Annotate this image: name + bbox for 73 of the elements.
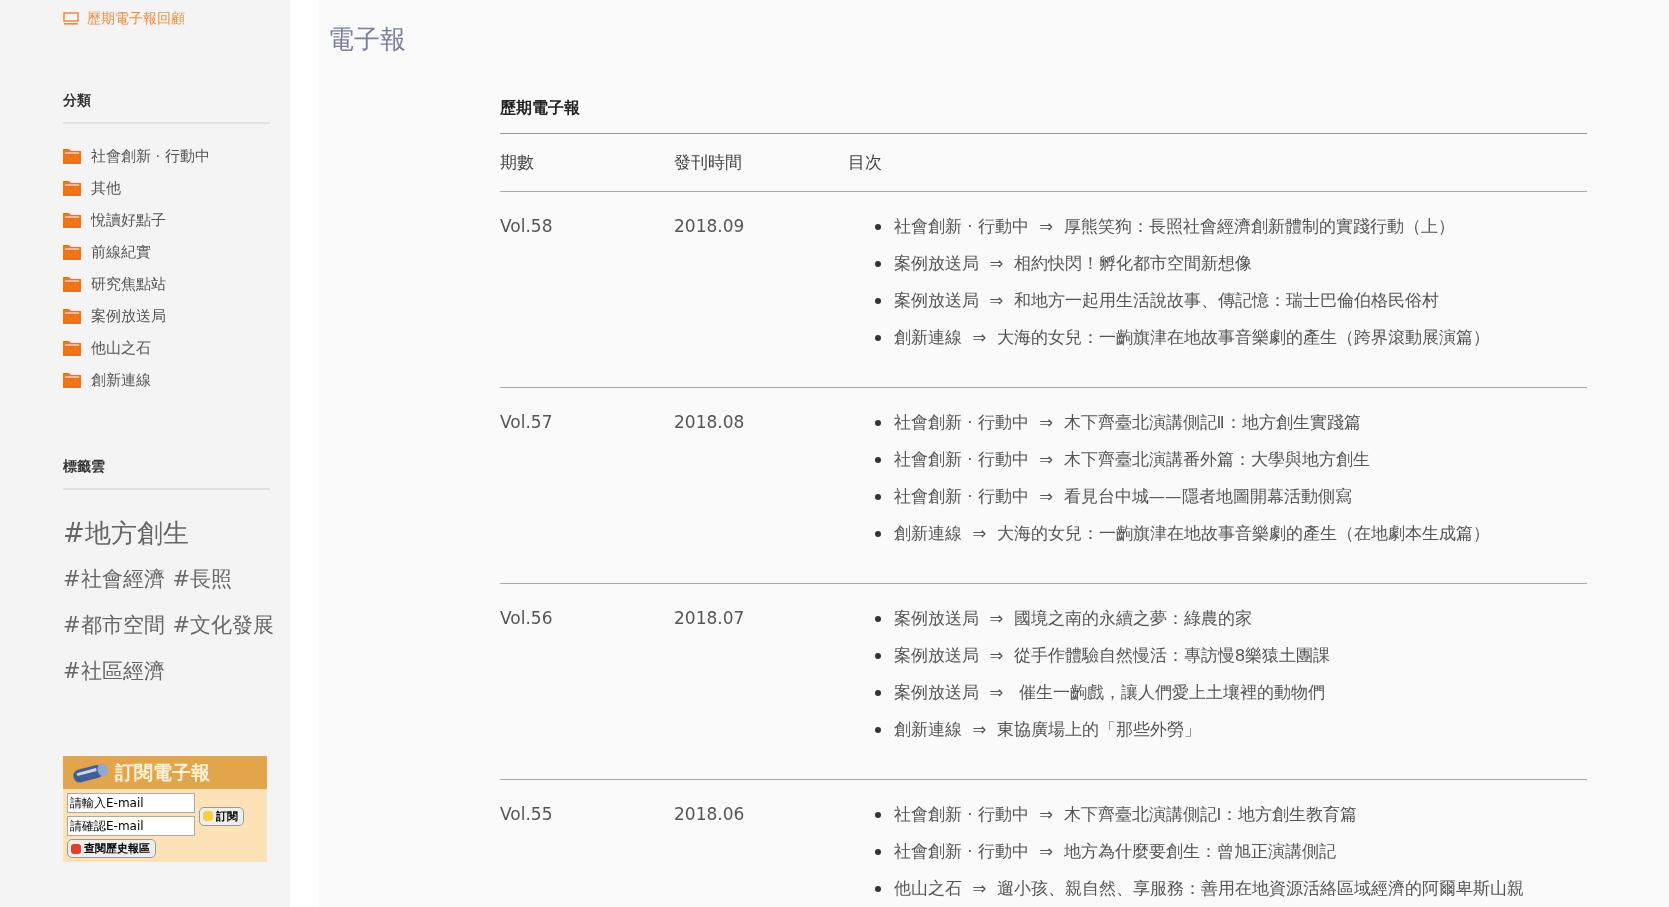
issue-cell-text: Vol.57 (500, 411, 554, 434)
tag-link[interactable]: #長照 (172, 556, 233, 602)
bullet-icon (875, 334, 881, 341)
tag-link[interactable]: #地方創生 (63, 510, 189, 556)
article-link[interactable]: 案例放送局 ⇒ 相約快閃！孵化都市空間新想像 (894, 252, 1252, 275)
bullet-icon (875, 260, 881, 267)
bullet-icon (875, 885, 881, 892)
folder-icon (63, 244, 81, 260)
tag-link[interactable]: #都市空間 (63, 602, 165, 648)
date-cell-text: 2018.09 (674, 215, 746, 238)
history-button[interactable]: 查閱歷史報區 (67, 839, 156, 858)
article-link[interactable]: 創新連線 ⇒ 大海的女兒：一齣旗津在地故事音樂劇的產生（跨界滾動展演篇） (894, 326, 1490, 349)
subscribe-title: 訂閱電子報 (115, 759, 210, 785)
article-link[interactable]: 創新連線 ⇒ 大海的女兒：一齣旗津在地故事音樂劇的產生（在地劇本生成篇） (894, 522, 1490, 545)
article-link[interactable]: 案例放送局 ⇒ 和地方一起用生活說故事、傳記憶：瑞士巴倫伯格民俗村 (894, 289, 1439, 312)
article-link[interactable]: 案例放送局 ⇒ 催生一齣戲，讓人們愛上土壤裡的動物們 (894, 681, 1326, 704)
article-link[interactable]: 社會創新 · 行動中 ⇒ 木下齊臺北演講側記Ⅱ：地方創生實踐篇 (894, 411, 1361, 434)
folder-icon (63, 148, 81, 164)
tag-link[interactable]: #文化發展 (172, 602, 275, 648)
section-title: 歷期電子報 (500, 98, 1587, 134)
tag-link[interactable]: #社區經濟 (63, 648, 165, 694)
issue-cell-text: Vol.56 (500, 607, 554, 630)
section-title: 分類 (63, 92, 270, 124)
page-title: 電子報 (328, 23, 407, 56)
article-link[interactable]: 社會創新 · 行動中 ⇒ 厚熊笑狗：長照社會經濟創新體制的實踐行動（上） (894, 215, 1455, 238)
article-link[interactable]: 社會創新 · 行動中 ⇒ 看見台中城——隱者地圖開幕活動側寫 (894, 485, 1352, 508)
issue-cell-text: Vol.55 (500, 803, 554, 826)
monitor-icon (63, 12, 79, 26)
bullet-icon (875, 811, 881, 818)
category-link[interactable]: 他山之石 (91, 338, 151, 358)
column-header: 發刊時間 (674, 151, 743, 174)
bullet-icon (875, 726, 881, 733)
article-link[interactable]: 案例放送局 ⇒ 從手作體驗自然慢活：專訪慢8樂猿土團課 (894, 644, 1331, 667)
bullet-icon (875, 456, 881, 463)
column-header: 目次 (848, 151, 883, 174)
folder-icon (63, 276, 81, 292)
folder-icon (63, 340, 81, 356)
category-link[interactable]: 案例放送局 (91, 306, 166, 326)
article-link[interactable]: 社會創新 · 行動中 ⇒ 木下齊臺北演講番外篇：大學與地方創生 (894, 448, 1370, 471)
category-link[interactable]: 創新連線 (91, 370, 151, 390)
date-cell-text: 2018.06 (674, 803, 746, 826)
column-header: 期數 (500, 151, 535, 174)
article-link[interactable]: 社會創新 · 行動中 ⇒ 木下齊臺北演講側記Ⅰ：地方創生教育篇 (894, 803, 1358, 826)
bullet-icon (875, 530, 881, 537)
article-link[interactable]: 社會創新 · 行動中 ⇒ 地方為什麼要創生：曾旭正演講側記 (894, 840, 1336, 863)
article-link[interactable]: 創新連線 ⇒ 東協廣場上的「那些外勞」 (894, 718, 1201, 741)
category-link[interactable]: 研究焦點站 (91, 274, 166, 294)
category-link[interactable]: 前線紀實 (91, 242, 151, 262)
bullet-icon (875, 297, 881, 304)
folder-icon (63, 372, 81, 388)
email-field[interactable]: 請輸入E-mail (67, 793, 195, 813)
bullet-icon (875, 493, 881, 500)
folder-icon (63, 308, 81, 324)
bullet-icon (875, 652, 881, 659)
email-confirm-field[interactable]: 請確認E-mail (67, 816, 195, 836)
tag-link[interactable]: #社會經濟 (63, 556, 165, 602)
folder-icon (63, 212, 81, 228)
folder-icon (63, 180, 81, 196)
bullet-icon (875, 615, 881, 622)
bullet-icon (875, 689, 881, 696)
bullet-icon (875, 223, 881, 230)
issue-cell-text: Vol.58 (500, 215, 554, 238)
category-link[interactable]: 悅讀好點子 (91, 210, 166, 230)
article-link[interactable]: 案例放送局 ⇒ 國境之南的永續之夢：綠農的家 (894, 607, 1252, 630)
section-title: 標籤雲 (63, 458, 270, 490)
bullet-icon (875, 848, 881, 855)
date-cell-text: 2018.08 (674, 411, 746, 434)
date-cell-text: 2018.07 (674, 607, 746, 630)
article-link[interactable]: 他山之石 ⇒ 遛小孩、親自然、享服務：善用在地資源活絡區域經濟的阿爾卑斯山親 (894, 877, 1524, 900)
subscribe-button[interactable]: 訂閱 (199, 806, 244, 826)
bullet-icon (875, 419, 881, 426)
category-link[interactable]: 社會創新 · 行動中 (91, 146, 210, 166)
category-link[interactable]: 其他 (91, 178, 121, 198)
